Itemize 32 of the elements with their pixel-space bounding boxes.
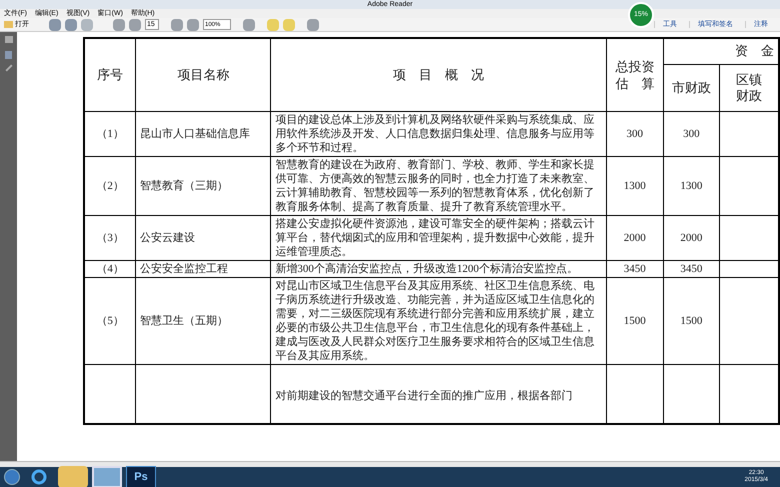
table-cell: 2000 [663,215,720,260]
table-cell: 搭建公安虚拟化硬件资源池，建设可靠安全的硬件架构；搭载云计算平台，替代烟囱式的应用和管理架构，提升数据中心效能，提升运维管理质态。 [270,215,606,260]
table-cell: 1300 [663,156,720,215]
table-cell: （3） [84,215,136,260]
column-header: 市财政 [663,64,720,111]
column-header: 序号 [84,38,136,111]
table-cell: 智慧卫生（五期） [136,277,271,364]
table-cell: 1500 [606,277,664,364]
table-cell: 对昆山市区域卫生信息平台及其应用系统、社区卫生信息系统、电子病历系统进行升级改造、功能完善，并为适应区域卫生信息化的需要，对二三级医院现有系统进行部分完善和应用系统扩展，建立必要的市级公共卫生信息平台，市卫生信息化的现有条件基础上，建成与医改及人民群众对医疗卫生服务要求相符合的区域卫生信息平台及其应用系统。 [270,277,606,364]
column-header: 项目名称 [136,38,271,111]
table-cell: 300 [606,111,664,156]
table-cell: 智慧教育的建设在为政府、教育部门、学校、教师、学生和家长提供可靠、方便高效的智慧云服务的同时，也全力打造了未来教室、云计算辅助教育、智慧校园等一系列的智慧教育体系，优化创新了教育服务体制、提高了教育质量、提升了教育系统管理水平。 [270,156,606,215]
start-button[interactable] [4,469,20,485]
column-header: 项 目 概 况 [270,38,606,111]
table-cell: 3450 [663,260,720,277]
table-cell: 昆山市人口基础信息库 [136,111,271,156]
table-cell: （4） [84,260,136,277]
table-cell: （2） [84,156,136,215]
table-cell: 300 [663,111,720,156]
table-cell: （1） [84,111,136,156]
table-cell: 智慧教育（三期） [136,156,271,215]
photoshop-icon[interactable]: Ps [126,466,156,487]
table-cell: 2000 [606,215,664,260]
table-cell: 公安云建设 [136,215,271,260]
table-cell: 项目的建设总体上涉及到计算机及网络软硬件采购与系统集成、应用软件系统涉及开发、人口信息数据归集处理、信息服务与应用等多个环节和过程。 [270,111,606,156]
table-cell: 公安安全监控工程 [136,260,271,277]
table-cell: 1300 [606,156,664,215]
table-cell: 新增300个高清治安监控点，升级改造1200个标清治安监控点。 [270,260,606,277]
column-header: 总投资 估 算 [606,38,664,111]
table-cell: 3450 [606,260,664,277]
table-cell: 1500 [663,277,720,364]
table-cell: （5） [84,277,136,364]
